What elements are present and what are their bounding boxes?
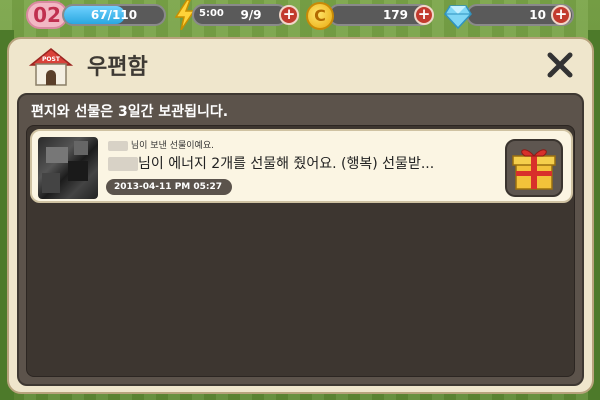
close-icon[interactable] [544, 49, 576, 81]
mail-list[interactable]: 님이 보낸 선물이예요. 님이 에너지 2개를 선물해 줬어요. (행복) 선물… [26, 125, 575, 377]
retention-notice: 편지와 선물은 3일간 보관됩니다. [31, 104, 229, 120]
energy-timer: 5:00 [199, 8, 224, 19]
add-gems-button[interactable]: + [551, 5, 571, 25]
page-title: 우편함 [87, 55, 148, 80]
gem-icon [444, 5, 472, 30]
mail-message: 님이 에너지 2개를 선물해 줬어요. (행복) 선물받... [108, 153, 434, 173]
mailbox-house-icon: POST [28, 48, 74, 86]
mailbox-header: POST 우편함 [9, 39, 592, 93]
sender-name-redacted [108, 140, 128, 151]
post-label: POST [42, 56, 61, 63]
sender-line-text: 님이 보낸 선물이예요. [130, 141, 214, 151]
mail-message-text: 님이 에너지 2개를 선물해 줬어요. (행복) 선물받... [138, 156, 435, 172]
mail-item[interactable]: 님이 보낸 선물이예요. 님이 에너지 2개를 선물해 줬어요. (행복) 선물… [30, 129, 573, 203]
sender-avatar [38, 137, 98, 199]
add-energy-button[interactable]: + [279, 5, 299, 25]
message-name-redacted [108, 157, 138, 171]
mail-date: 2013-04-11 PM 05:27 [106, 179, 232, 195]
top-hud: 02 67/110 9/9 5:00 + 179 C + 10 + [0, 0, 600, 32]
mailbox-content: 편지와 선물은 3일간 보관됩니다. 님이 보낸 선물이예요. 님이 에너지 2… [17, 93, 584, 386]
coin-icon: C [306, 2, 334, 30]
add-coins-button[interactable]: + [414, 5, 434, 25]
gift-box-icon [512, 149, 556, 190]
sender-line: 님이 보낸 선물이예요. [108, 138, 214, 151]
mailbox-panel: POST 우편함 편지와 선물은 3일간 보관됩니다. 님이 보낸 선물이예요. [7, 37, 594, 394]
exp-bar: 67/110 [62, 4, 166, 26]
exp-text: 67/110 [90, 8, 138, 22]
receive-gift-button[interactable] [505, 139, 563, 197]
